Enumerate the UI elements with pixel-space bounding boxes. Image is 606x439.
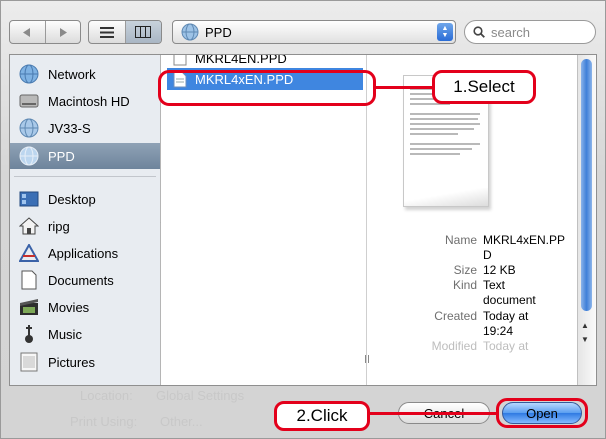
documents-icon [18,270,40,290]
back-arrow-icon [23,27,31,37]
sidebar-item-label: JV33-S [48,120,91,136]
file-name: MKRL4EN.PPD [195,54,287,66]
network-volume-icon [18,118,40,138]
select-highlight-ring [158,70,376,106]
back-button[interactable] [10,21,45,43]
sidebar-item-label: Macintosh HD [48,93,130,109]
sidebar-item-label: Applications [48,245,119,261]
select-callout: 1.Select [432,70,536,104]
sidebar-item-label: Documents [48,272,114,288]
sidebar-item-label: ripg [48,218,70,234]
meta-size-value: 12 KB [483,263,516,277]
select-connector-line [376,86,434,89]
location-popup-label: PPD [205,24,232,40]
document-icon [173,55,187,66]
meta-modified-value: Today at [483,339,529,353]
preview-scrollbar[interactable]: ▲ ▼ [577,55,596,385]
sidebar-item-music[interactable]: Music [10,321,160,347]
sidebar-item-applications[interactable]: Applications [10,240,160,266]
search-input[interactable] [489,23,589,41]
meta-name-value: MKRL4xEN.PPD [483,233,566,262]
search-field[interactable] [464,20,596,44]
forward-arrow-icon [59,27,67,37]
list-view-icon [99,26,114,38]
sidebar-item-label: PPD [48,148,75,164]
print-using-value: Other... [160,414,203,429]
sidebar-divider [14,176,156,177]
sidebar-item-macintosh-hd[interactable]: Macintosh HD [10,88,160,114]
sidebar-item-network[interactable]: Network [10,61,160,87]
sidebar-item-ripg[interactable]: ripg [10,213,160,239]
meta-created-label: Created [434,309,477,323]
meta-modified-label: Modified [431,339,477,353]
sidebar-item-ppd[interactable]: PPD [10,143,160,169]
movies-icon [18,297,40,317]
scroll-thumb[interactable] [581,59,592,311]
network-globe-icon [18,64,40,84]
sidebar-item-pictures[interactable]: Pictures [10,349,160,375]
hard-disk-icon [18,91,40,111]
sidebar-item-label: Desktop [48,191,96,207]
column-view-icon [135,26,152,38]
open-highlight-ring [496,398,588,428]
preview-pane: Name MKRL4xEN.PPD Size 12 KB Kind Text d… [367,55,577,385]
network-volume-icon [18,146,40,166]
column-resize-handle[interactable] [365,355,369,363]
meta-name-label: Name [444,233,477,247]
forward-button[interactable] [44,21,81,43]
sidebar-item-label: Network [48,66,96,82]
music-icon [18,324,40,344]
location-popup[interactable]: PPD ▲ ▼ [172,20,456,44]
click-callout: 2.Click [274,401,370,431]
sidebar-item-label: Movies [48,299,90,315]
search-icon [473,26,485,38]
scroll-down-icon[interactable]: ▼ [581,335,589,344]
sidebar-item-desktop[interactable]: Desktop [10,186,160,212]
location-label: Location: [80,388,133,403]
sidebar: Network Macintosh HD JV33-S PPD Desktop [10,55,161,385]
meta-kind-label: Kind [452,278,477,292]
meta-size-label: Size [453,263,477,277]
applications-icon [18,243,40,263]
desktop-icon [18,189,40,209]
network-volume-icon [181,23,199,41]
print-using-label: Print Using: [70,414,138,429]
column-view-button[interactable] [124,21,161,43]
home-icon [18,216,40,236]
meta-created-value: Today at 19:24 [483,309,529,338]
sidebar-item-movies[interactable]: Movies [10,294,160,320]
scroll-up-icon[interactable]: ▲ [581,321,589,330]
view-mode-buttons [88,20,162,44]
list-view-button[interactable] [89,21,125,43]
sidebar-item-jv33-s[interactable]: JV33-S [10,115,160,141]
sidebar-item-label: Music [48,326,82,342]
location-value: Global Settings [156,388,245,403]
meta-kind-value: Text document [483,278,536,307]
sidebar-item-documents[interactable]: Documents [10,267,160,293]
back-forward-buttons [9,20,81,44]
pictures-icon [18,352,40,372]
popup-arrows-icon: ▲ ▼ [437,23,453,41]
file-row[interactable]: MKRL4EN.PPD [167,54,363,66]
click-connector-line [370,412,498,415]
sidebar-item-label: Pictures [48,354,95,370]
